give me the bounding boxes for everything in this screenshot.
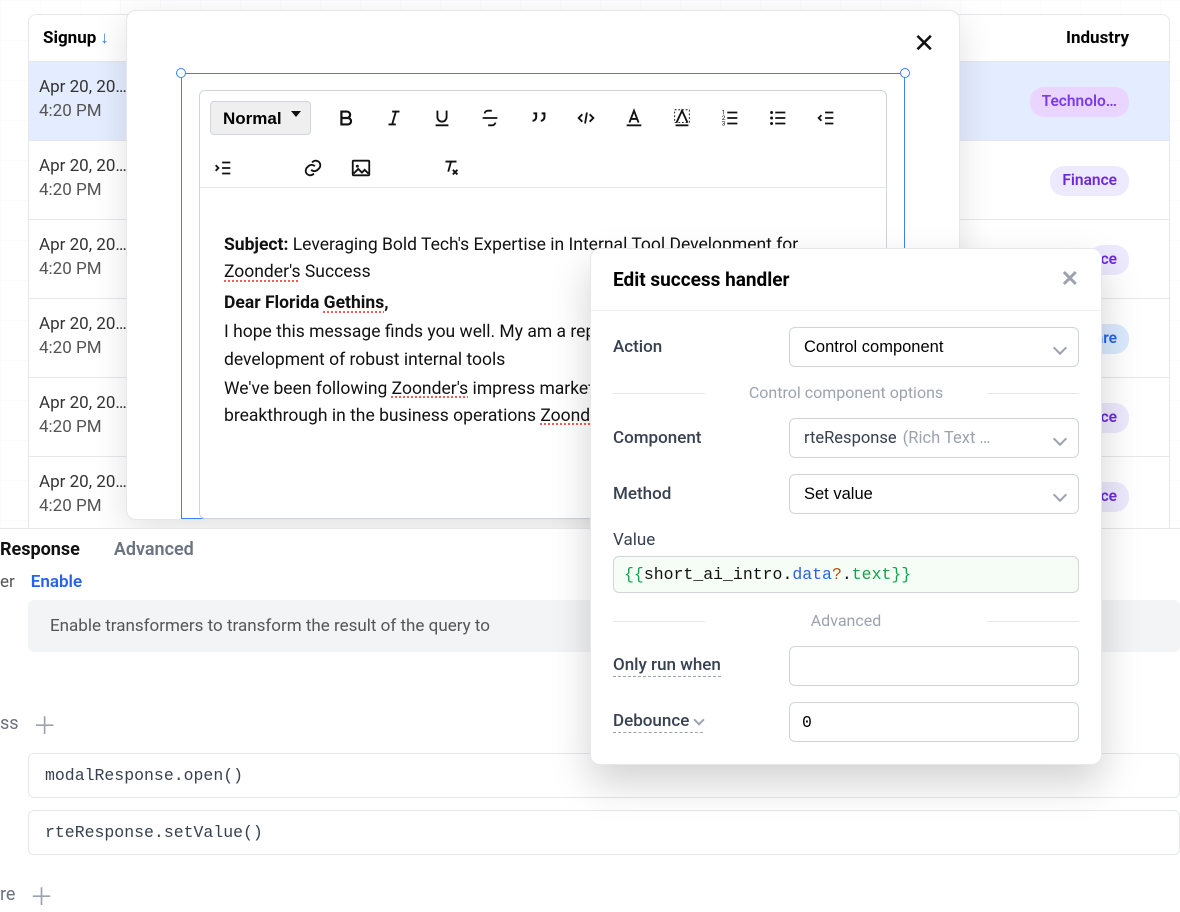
outdent-icon[interactable] [813, 105, 839, 131]
column-header-industry[interactable]: Industry [1066, 28, 1129, 48]
sort-desc-icon: ↓ [100, 28, 109, 48]
subject-label: Subject: [224, 235, 288, 255]
image-icon[interactable] [348, 155, 374, 181]
value-label: Value [591, 514, 1101, 556]
close-icon[interactable]: ✕ [1061, 267, 1079, 292]
component-select[interactable]: rteResponse(Rich Text … [789, 418, 1079, 458]
rte-toolbar: Normal 123 [200, 91, 886, 188]
strikethrough-icon[interactable] [477, 105, 503, 131]
unordered-list-icon[interactable] [765, 105, 791, 131]
action-select[interactable]: Control component [789, 327, 1079, 367]
highlight-icon[interactable] [669, 105, 695, 131]
divider-label: Control component options [591, 383, 1101, 402]
underline-icon[interactable] [429, 105, 455, 131]
close-icon[interactable]: ✕ [913, 29, 935, 59]
action-label: Action [613, 337, 662, 357]
divider-label: Advanced [591, 611, 1101, 630]
edit-success-handler-popup: Edit success handler ✕ Action Control co… [590, 248, 1102, 765]
component-label: Component [613, 428, 701, 448]
debounce-input[interactable] [789, 702, 1079, 742]
ordered-list-icon[interactable]: 123 [717, 105, 743, 131]
industry-badge: Finance [1050, 166, 1129, 196]
add-handler-button[interactable]: ＋ [33, 706, 57, 741]
success-section-fragment: ss [0, 713, 19, 734]
only-run-when-label: Only run when [613, 655, 721, 677]
chevron-down-icon [694, 714, 705, 725]
method-select[interactable]: Set value [789, 474, 1079, 514]
column-header-signup-label: Signup [43, 28, 96, 48]
bold-icon[interactable] [333, 105, 359, 131]
indent-icon[interactable] [210, 155, 236, 181]
add-handler-button[interactable]: ＋ [29, 877, 53, 912]
link-icon[interactable] [300, 155, 326, 181]
debounce-label: Debounce [613, 711, 703, 733]
svg-text:3: 3 [722, 119, 726, 127]
quote-icon[interactable] [525, 105, 551, 131]
popup-title: Edit success handler [613, 268, 790, 291]
success-handlers-list: modalResponse.open() rteResponse.setValu… [28, 753, 1180, 855]
handler-item[interactable]: rteResponse.setValue() [28, 810, 1180, 855]
tab-advanced[interactable]: Advanced [114, 539, 194, 560]
only-run-when-input[interactable] [789, 646, 1079, 686]
industry-badge: Technolo… [1030, 87, 1129, 117]
clear-format-icon[interactable] [438, 155, 464, 181]
column-header-signup[interactable]: Signup ↓ [37, 28, 115, 48]
resize-handle-icon[interactable] [900, 68, 910, 78]
resize-handle-icon[interactable] [176, 68, 186, 78]
italic-icon[interactable] [381, 105, 407, 131]
enable-link[interactable]: Enable [31, 572, 82, 592]
transformer-label-fragment: er [0, 572, 15, 592]
failure-section-fragment: re [0, 884, 15, 905]
method-label: Method [613, 484, 671, 504]
code-block-icon[interactable] [573, 105, 599, 131]
heading-select[interactable]: Normal [210, 101, 311, 135]
text-color-icon[interactable] [621, 105, 647, 131]
value-input[interactable]: {{short_ai_intro.data?.text}} [613, 556, 1079, 593]
tab-response[interactable]: Response [0, 539, 80, 560]
